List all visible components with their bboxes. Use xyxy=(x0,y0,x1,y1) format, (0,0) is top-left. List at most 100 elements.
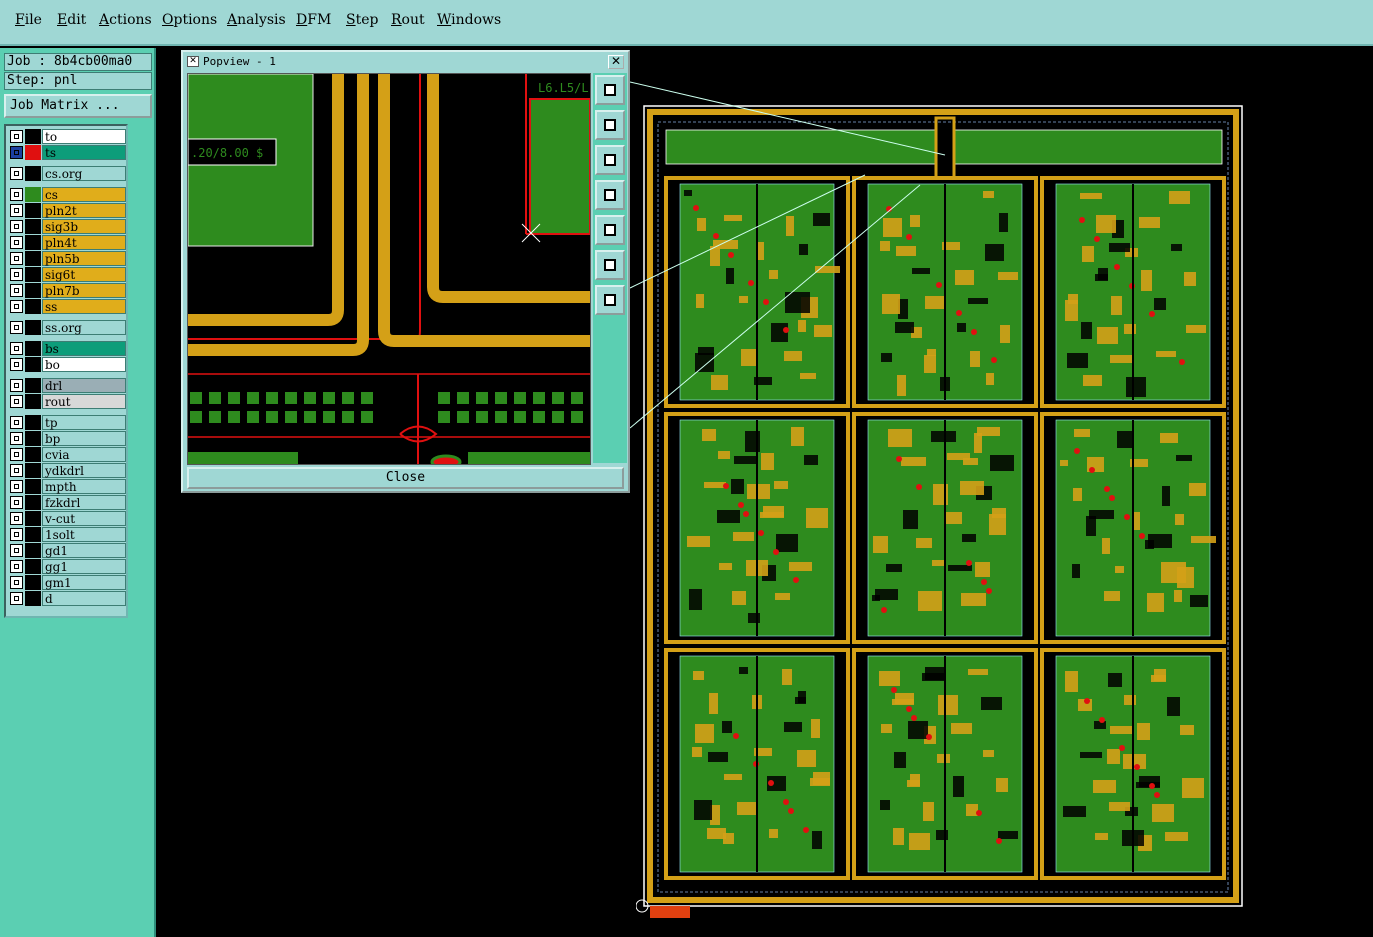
zoom-in-button[interactable] xyxy=(595,250,625,280)
layer-checkbox[interactable] xyxy=(10,321,23,334)
menu-file[interactable]: File xyxy=(15,12,42,28)
layer-color-swatch xyxy=(25,166,41,181)
layer-row-v-cut[interactable]: v-cut xyxy=(8,511,126,526)
layer-row-cvia[interactable]: cvia xyxy=(8,447,126,462)
close-button[interactable]: Close xyxy=(187,467,624,489)
layer-row-to[interactable]: to xyxy=(8,129,126,144)
layer-row-bo[interactable]: bo xyxy=(8,357,126,372)
layer-name: cs xyxy=(42,187,126,202)
pcb-unit-board xyxy=(852,648,1038,880)
layer-checkbox[interactable] xyxy=(10,448,23,461)
layer-color-swatch xyxy=(25,495,41,510)
layer-color-swatch xyxy=(25,203,41,218)
layer-row-gg1[interactable]: gg1 xyxy=(8,559,126,574)
layer-color-swatch xyxy=(25,357,41,372)
pan-down-button[interactable] xyxy=(595,145,625,175)
layer-name: sig6t xyxy=(42,267,126,282)
layer-checkbox[interactable] xyxy=(10,512,23,525)
layer-row-pln7b[interactable]: pln7b xyxy=(8,283,126,298)
layer-row-sig6t[interactable]: sig6t xyxy=(8,267,126,282)
layer-checkbox[interactable] xyxy=(10,480,23,493)
pan-up-button[interactable] xyxy=(595,110,625,140)
close-icon[interactable]: ✕ xyxy=(608,55,624,69)
zoom-out-button[interactable] xyxy=(595,285,625,315)
layer-name: ss xyxy=(42,299,126,314)
layer-name: bo xyxy=(42,357,126,372)
layer-checkbox[interactable] xyxy=(10,528,23,541)
layer-checkbox[interactable] xyxy=(10,204,23,217)
layer-checkbox[interactable] xyxy=(10,130,23,143)
layer-name: pln7b xyxy=(42,283,126,298)
layer-checkbox[interactable] xyxy=(10,432,23,445)
layer-checkbox[interactable] xyxy=(10,358,23,371)
layer-checkbox[interactable] xyxy=(10,167,23,180)
layer-row-cs.org[interactable]: cs.org xyxy=(8,166,126,181)
layer-checkbox[interactable] xyxy=(10,300,23,313)
layer-color-swatch xyxy=(25,511,41,526)
layer-color-swatch xyxy=(25,378,41,393)
popview-titlebar[interactable]: ✕ Popview - 1 ✕ xyxy=(185,54,626,69)
layer-checkbox[interactable] xyxy=(10,252,23,265)
layer-row-cs[interactable]: cs xyxy=(8,187,126,202)
layer-row-pln2t[interactable]: pln2t xyxy=(8,203,126,218)
popview-title: Popview - 1 xyxy=(203,55,276,68)
layer-row-mpth[interactable]: mpth xyxy=(8,479,126,494)
job-matrix-button[interactable]: Job Matrix ... xyxy=(4,94,152,118)
menu-dfm[interactable]: DFM xyxy=(296,12,331,28)
layer-name: mpth xyxy=(42,479,126,494)
layer-name: ss.org xyxy=(42,320,126,335)
layer-row-d[interactable]: d xyxy=(8,591,126,606)
layer-color-swatch xyxy=(25,591,41,606)
menu-edit[interactable]: Edit xyxy=(57,12,86,28)
layer-name: to xyxy=(42,129,126,144)
layer-row-fzkdrl[interactable]: fzkdrl xyxy=(8,495,126,510)
layer-checkbox[interactable] xyxy=(10,342,23,355)
layer-name: sig3b xyxy=(42,219,126,234)
layer-row-1solt[interactable]: 1solt xyxy=(8,527,126,542)
layer-row-ss.org[interactable]: ss.org xyxy=(8,320,126,335)
menu-step[interactable]: Step xyxy=(346,12,378,28)
layer-row-ss[interactable]: ss xyxy=(8,299,126,314)
layer-row-pln4t[interactable]: pln4t xyxy=(8,235,126,250)
layer-checkbox[interactable] xyxy=(10,416,23,429)
layer-checkbox[interactable] xyxy=(10,496,23,509)
pan-left-button[interactable] xyxy=(595,180,625,210)
layer-row-gm1[interactable]: gm1 xyxy=(8,575,126,590)
layer-row-sig3b[interactable]: sig3b xyxy=(8,219,126,234)
layer-row-tp[interactable]: tp xyxy=(8,415,126,430)
menu-options[interactable]: Options xyxy=(162,12,217,28)
layer-row-rout[interactable]: rout xyxy=(8,394,126,409)
layer-row-drl[interactable]: drl xyxy=(8,378,126,393)
menu-rout[interactable]: Rout xyxy=(391,12,425,28)
layer-row-bs[interactable]: bs xyxy=(8,341,126,356)
window-menu-icon[interactable]: ✕ xyxy=(187,56,199,67)
pan-right-button[interactable] xyxy=(595,215,625,245)
layer-checkbox[interactable] xyxy=(10,146,23,159)
layer-checkbox[interactable] xyxy=(10,576,23,589)
layer-checkbox[interactable] xyxy=(10,560,23,573)
popview-canvas[interactable]: .20/8.00 $ L6.L5/L xyxy=(187,73,591,465)
menu-actions[interactable]: Actions xyxy=(99,12,152,28)
layer-checkbox[interactable] xyxy=(10,379,23,392)
layer-checkbox[interactable] xyxy=(10,544,23,557)
popview-window[interactable]: ✕ Popview - 1 ✕ .20/8.00 $ L6.L5/L Close xyxy=(181,50,630,493)
layer-checkbox[interactable] xyxy=(10,464,23,477)
layer-row-bp[interactable]: bp xyxy=(8,431,126,446)
pcb-unit-board xyxy=(1040,648,1226,880)
layer-checkbox[interactable] xyxy=(10,188,23,201)
layer-color-swatch xyxy=(25,479,41,494)
menu-windows[interactable]: Windows xyxy=(437,12,501,28)
layer-checkbox[interactable] xyxy=(10,268,23,281)
layer-checkbox[interactable] xyxy=(10,236,23,249)
layer-checkbox[interactable] xyxy=(10,284,23,297)
layer-checkbox[interactable] xyxy=(10,220,23,233)
layer-row-pln5b[interactable]: pln5b xyxy=(8,251,126,266)
menu-analysis[interactable]: Analysis xyxy=(227,12,286,28)
layer-row-ts[interactable]: ts xyxy=(8,145,126,160)
layer-checkbox[interactable] xyxy=(10,395,23,408)
layer-row-ydkdrl[interactable]: ydkdrl xyxy=(8,463,126,478)
pcb-unit-board xyxy=(1040,412,1226,644)
layer-checkbox[interactable] xyxy=(10,592,23,605)
layer-row-gd1[interactable]: gd1 xyxy=(8,543,126,558)
zoom-fit-button[interactable] xyxy=(595,75,625,105)
